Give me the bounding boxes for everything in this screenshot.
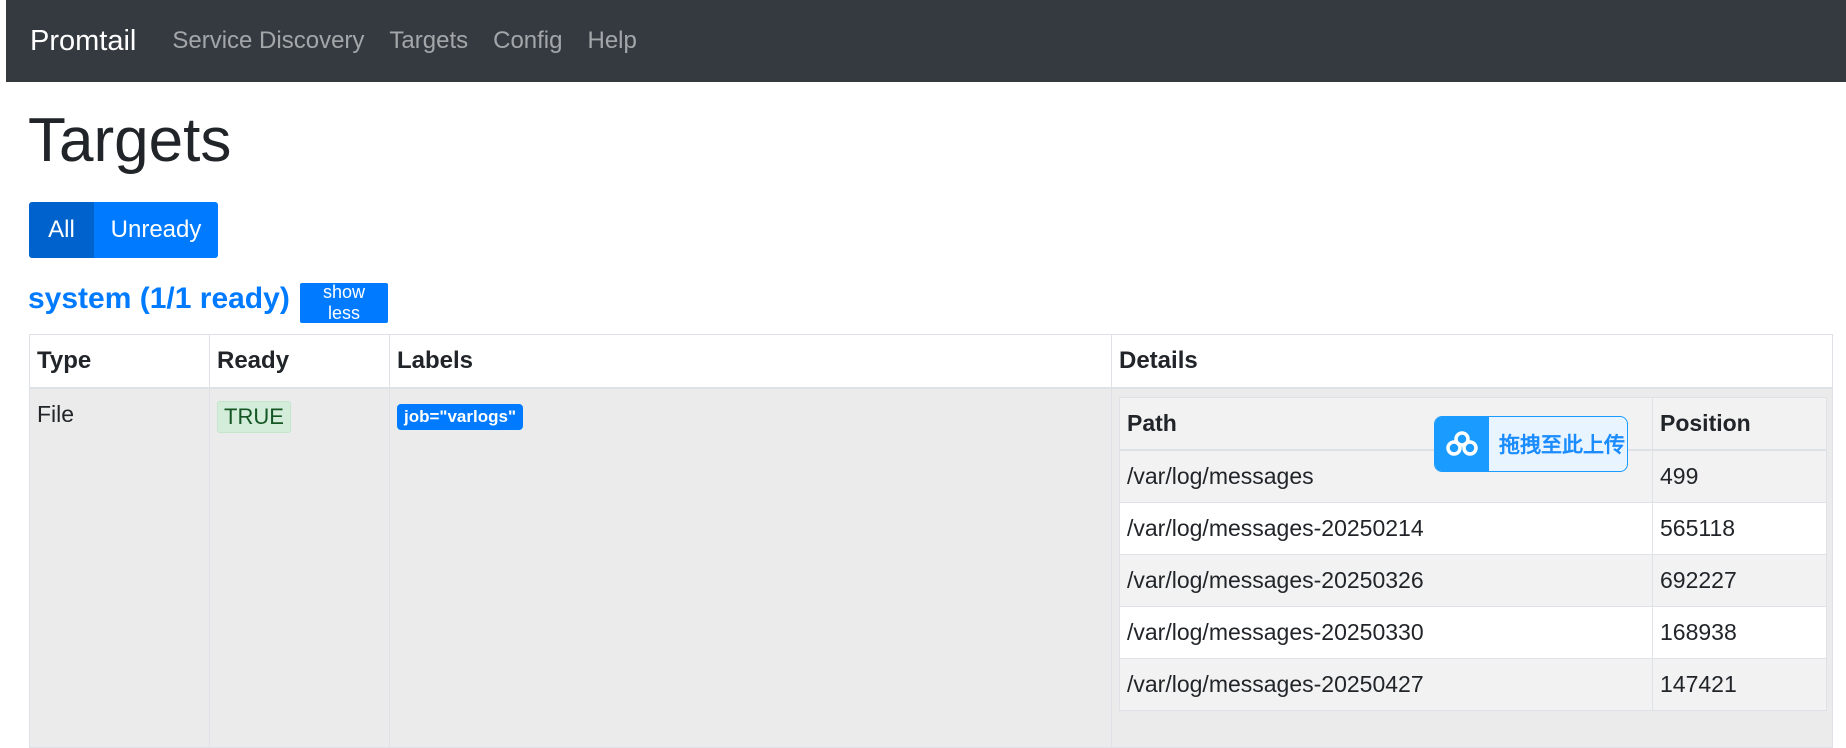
- position-cell: 168938: [1652, 605, 1827, 659]
- table-row: /var/log/messages-20250214 565118: [1119, 501, 1827, 555]
- position-cell: 147421: [1652, 657, 1827, 711]
- show-less-button[interactable]: show less: [300, 282, 388, 323]
- nav-help[interactable]: Help: [587, 27, 636, 55]
- nav-targets[interactable]: Targets: [389, 27, 468, 55]
- column-header-position: Position: [1652, 396, 1827, 451]
- targets-table-header: Type Ready Labels Details: [29, 334, 1833, 389]
- position-cell: 692227: [1652, 553, 1827, 607]
- brand-link[interactable]: Promtail: [30, 25, 136, 58]
- nav-config[interactable]: Config: [493, 27, 562, 55]
- target-group-title[interactable]: system (1/1 ready): [28, 282, 290, 316]
- path-cell: /var/log/messages-20250326: [1119, 553, 1653, 607]
- path-cell: /var/log/messages-20250214: [1119, 501, 1653, 555]
- table-row: /var/log/messages-20250427 147421: [1119, 657, 1827, 711]
- ready-status-badge: TRUE: [217, 400, 291, 433]
- top-navbar: Promtail Service Discovery Targets Confi…: [6, 0, 1846, 82]
- path-cell: /var/log/messages-20250330: [1119, 605, 1653, 659]
- path-cell: /var/log/messages-20250427: [1119, 657, 1653, 711]
- ready-cell: TRUE: [209, 387, 390, 748]
- upload-drop-label: 拖拽至此上传: [1499, 433, 1625, 457]
- type-cell: File: [29, 387, 210, 748]
- label-badge: job="varlogs": [397, 403, 524, 430]
- unready-filter-button[interactable]: Unready: [94, 202, 218, 258]
- column-header-details: Details: [1111, 334, 1833, 389]
- nav-service-discovery[interactable]: Service Discovery: [172, 27, 364, 55]
- labels-cell: job="varlogs": [389, 387, 1112, 748]
- cloud-upload-icon: [1435, 417, 1489, 471]
- position-cell: 499: [1652, 449, 1827, 503]
- page-title: Targets: [28, 106, 232, 175]
- position-cell: 565118: [1652, 501, 1827, 555]
- all-filter-button[interactable]: All: [29, 202, 94, 258]
- column-header-type: Type: [29, 334, 210, 389]
- column-header-ready: Ready: [209, 334, 390, 389]
- upload-drop-zone[interactable]: 拖拽至此上传: [1434, 416, 1628, 472]
- targets-table: Type Ready Labels Details File TRUE job=…: [29, 334, 1833, 748]
- column-header-labels: Labels: [389, 334, 1112, 389]
- filter-button-group: All Unready: [29, 202, 218, 258]
- table-row: /var/log/messages-20250330 168938: [1119, 605, 1827, 659]
- table-row: /var/log/messages-20250326 692227: [1119, 553, 1827, 607]
